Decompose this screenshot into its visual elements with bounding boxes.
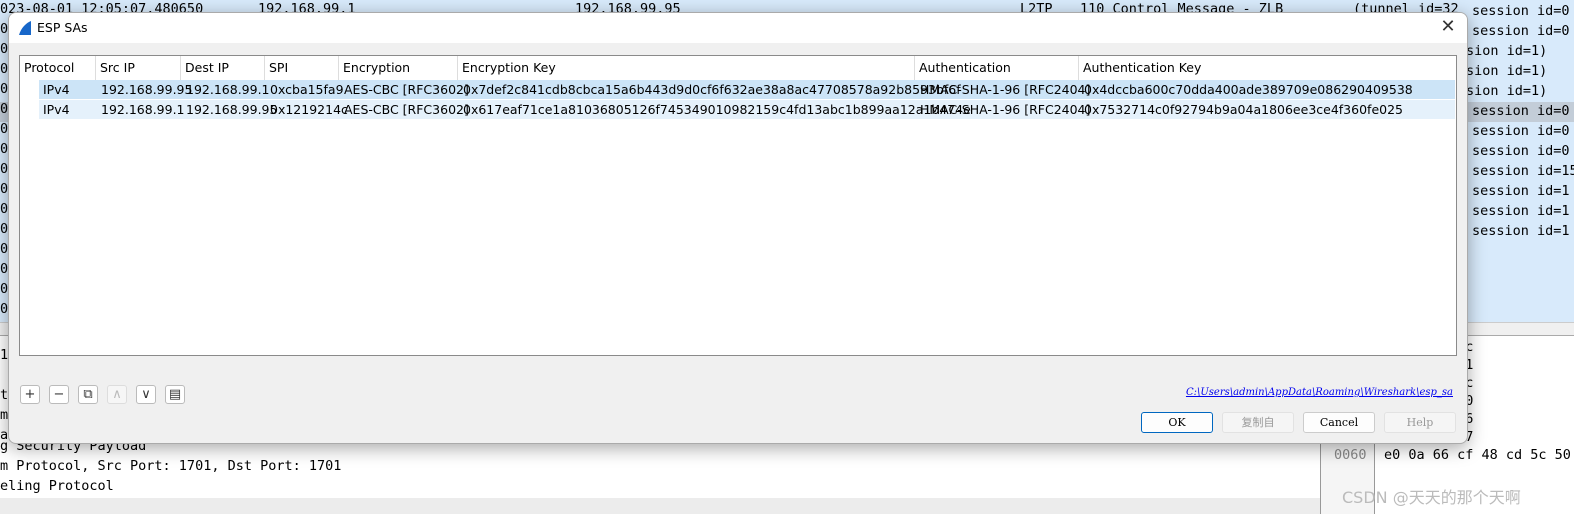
- packet-number-fragment: 0: [0, 61, 9, 77]
- status-area: [0, 498, 1320, 514]
- detail-line-udp[interactable]: m Protocol, Src Port: 1701, Dst Port: 17…: [0, 458, 341, 474]
- cell-spi[interactable]: 0x1219214c: [270, 100, 348, 119]
- packet-info-fragment: session id=15: [1472, 163, 1574, 179]
- detail-fragment: t: [0, 387, 9, 403]
- watermark: CSDN @天天的那个天啊: [1342, 488, 1521, 507]
- detail-fragment: 1: [0, 347, 9, 363]
- column-header-encryption-key[interactable]: Encryption Key: [458, 56, 915, 80]
- packet-info-fragment: session id=1: [1472, 183, 1570, 199]
- cell-protocol[interactable]: IPv4: [43, 80, 70, 99]
- packet-number-fragment: 0: [0, 281, 9, 297]
- move-down-icon[interactable]: ∨: [136, 385, 156, 404]
- packet-number-fragment: 0: [0, 21, 9, 37]
- cell-authentication[interactable]: HMAC-SHA-1-96 [RFC2404]: [920, 80, 1090, 99]
- cell-encryption[interactable]: AES-CBC [RFC3602]: [344, 80, 469, 99]
- column-header-authentication[interactable]: Authentication: [915, 56, 1079, 80]
- packet-info-fragment: session id=0: [1472, 23, 1570, 39]
- packet-number-fragment: 0: [0, 301, 9, 317]
- cell-dest-ip[interactable]: 192.168.99.95: [186, 100, 277, 119]
- packet-info-fragment: session id=1: [1472, 223, 1570, 239]
- packet-number-fragment: 0: [0, 261, 9, 277]
- close-icon[interactable]: ✕: [1437, 17, 1459, 39]
- table-row[interactable]: IPv4 192.168.99.1 192.168.99.95 0x121921…: [39, 100, 1455, 119]
- copy-icon[interactable]: ⧉: [78, 385, 98, 404]
- column-header-src-ip[interactable]: Src IP: [96, 56, 181, 80]
- packet-number-fragment: 0: [0, 121, 9, 137]
- cell-spi[interactable]: 0xcba15fa9: [270, 80, 344, 99]
- cell-protocol[interactable]: IPv4: [43, 100, 70, 119]
- cancel-button[interactable]: Cancel: [1303, 412, 1375, 433]
- packet-number-fragment: 0: [0, 141, 9, 157]
- packet-number-fragment: 0: [0, 201, 9, 217]
- packet-info-fragment: sion id=1): [1466, 63, 1548, 79]
- add-icon[interactable]: +: [20, 385, 40, 404]
- move-up-icon[interactable]: ∧: [107, 385, 127, 404]
- title-bar: ESP SAs ✕: [9, 13, 1467, 43]
- cell-dest-ip[interactable]: 192.168.99.1: [186, 80, 270, 99]
- packet-number-fragment: 0: [0, 241, 9, 257]
- packet-number-fragment: 0: [0, 81, 9, 97]
- file-path-link[interactable]: C:\Users\admin\AppData\Roaming\Wireshark…: [1186, 387, 1453, 398]
- packet-number-fragment: 0: [0, 161, 9, 177]
- clear-icon[interactable]: ▤: [165, 385, 185, 404]
- hex-offset: 0060: [1334, 447, 1367, 463]
- sa-table: Protocol Src IP Dest IP SPI Encryption E…: [19, 55, 1457, 356]
- column-header-protocol[interactable]: Protocol: [20, 56, 96, 80]
- dialog-title: ESP SAs: [37, 20, 88, 35]
- copy-from-button[interactable]: 复制自: [1222, 412, 1294, 433]
- wireshark-fin-icon: [19, 21, 31, 35]
- hex-bytes: e0 0a 66 cf 48 cd 5c 50: [1384, 447, 1571, 463]
- cell-encryption-key[interactable]: 0x7def2c841cdb8cbca15a6b443d9d0cf6f632ae…: [463, 80, 961, 99]
- packet-number-fragment: 0: [0, 181, 9, 197]
- cell-authentication-key[interactable]: 0x7532714c0f92794b9a04a1806ee3ce4f360fe0…: [1084, 100, 1403, 119]
- packet-number-fragment: 0: [0, 101, 9, 117]
- cell-encryption-key[interactable]: 0x617eaf71ce1a81036805126f74534901098215…: [463, 100, 971, 119]
- column-header-encryption[interactable]: Encryption: [339, 56, 458, 80]
- ok-button[interactable]: OK: [1141, 412, 1213, 433]
- packet-number-fragment: 0: [0, 221, 9, 237]
- remove-icon[interactable]: −: [49, 385, 69, 404]
- packet-info-fragment: session id=1: [1472, 203, 1570, 219]
- packet-info-fragment: session id=0: [1472, 143, 1570, 159]
- cell-src-ip[interactable]: 192.168.99.1: [101, 100, 185, 119]
- esp-sas-dialog: ESP SAs ✕ Protocol Src IP Dest IP SPI En…: [8, 12, 1468, 444]
- table-row[interactable]: IPv4 192.168.99.95 192.168.99.1 0xcba15f…: [39, 80, 1455, 99]
- packet-number-fragment: 0: [0, 41, 9, 57]
- detail-line-l2tp[interactable]: eling Protocol: [0, 478, 114, 494]
- column-header-spi[interactable]: SPI: [265, 56, 339, 80]
- detail-fragment: m: [0, 407, 9, 423]
- cell-authentication-key[interactable]: 0x4dccba600c70dda400ade389709e0862904095…: [1084, 80, 1413, 99]
- packet-info-fragment: sion id=1): [1466, 83, 1548, 99]
- column-header-authentication-key[interactable]: Authentication Key: [1079, 56, 1455, 80]
- cell-src-ip[interactable]: 192.168.99.95: [101, 80, 192, 99]
- column-header-dest-ip[interactable]: Dest IP: [181, 56, 265, 80]
- help-button[interactable]: Help: [1384, 412, 1456, 433]
- cell-encryption[interactable]: AES-CBC [RFC3602]: [344, 100, 469, 119]
- cell-authentication[interactable]: HMAC-SHA-1-96 [RFC2404]: [920, 100, 1090, 119]
- packet-info-fragment: session id=0: [1472, 103, 1570, 119]
- packet-info-fragment: session id=0: [1472, 123, 1570, 139]
- packet-info-fragment: sion id=1): [1466, 43, 1548, 59]
- packet-info-fragment: session id=0: [1472, 3, 1570, 19]
